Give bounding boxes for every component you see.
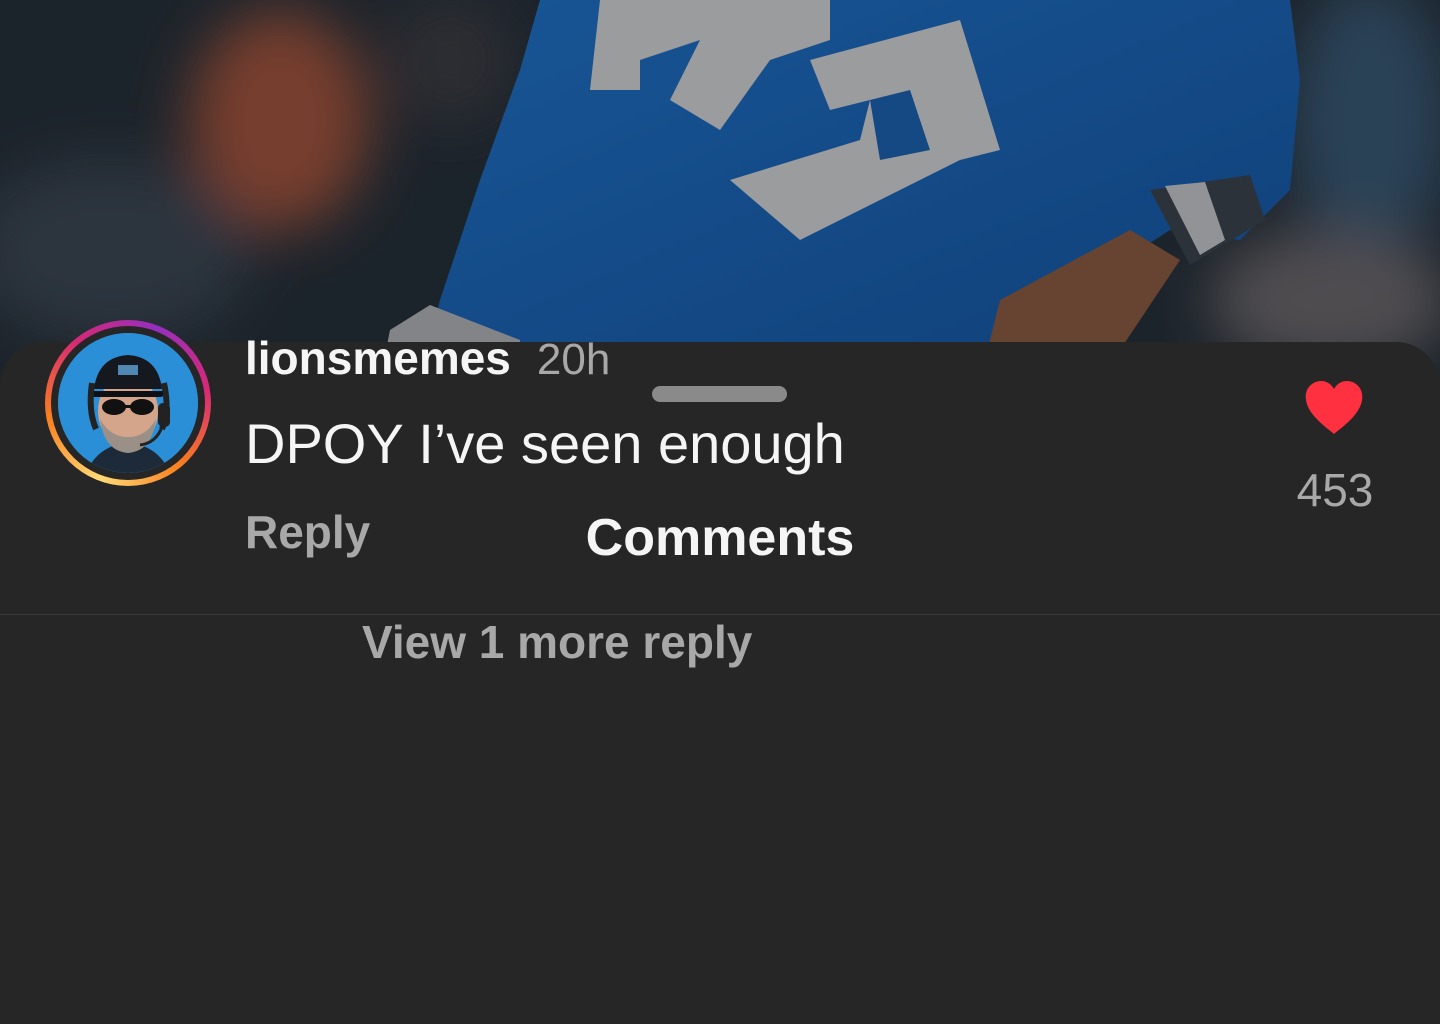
comment-text: DPOY I’ve seen enough [245,412,845,475]
like-count: 453 [1296,464,1374,516]
comment-timestamp: 20h [536,335,611,384]
reply-button[interactable]: Reply [245,502,370,562]
view-more-replies-button[interactable]: View 1 more reply [362,612,752,672]
screen: Comments lionsmemes 20h DPOY I’ve seen e… [0,0,1440,1024]
avatar[interactable] [58,333,198,473]
heart-filled-icon [1305,381,1363,434]
drag-handle[interactable] [652,386,787,402]
like-button[interactable] [1304,380,1364,436]
story-ring[interactable] [45,320,211,486]
comment-username[interactable]: lionsmemes [245,332,511,384]
post-image-background [0,0,1440,380]
comment-header: lionsmemes 20h [245,330,610,388]
sheet-title: Comments [585,509,855,567]
